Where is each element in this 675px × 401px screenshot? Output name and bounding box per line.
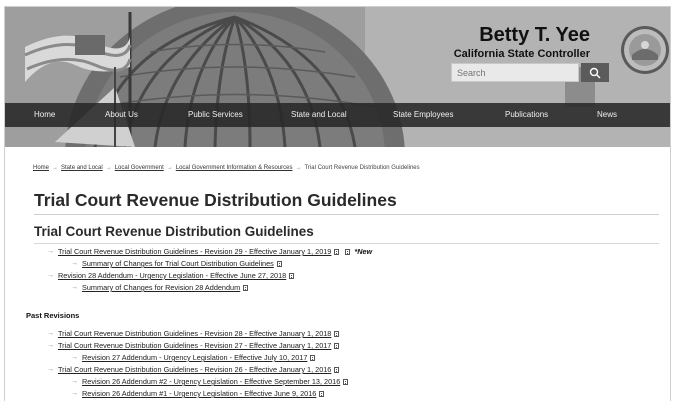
arrow-bullet-icon: → <box>47 248 54 255</box>
site-identity: Betty T. Yee California State Controller <box>454 24 590 60</box>
section-title: Trial Court Revenue Distribution Guideli… <box>34 224 314 239</box>
state-seal-logo <box>621 26 669 74</box>
pdf-icon <box>334 330 340 337</box>
breadcrumb-arrow-icon: → <box>52 165 59 171</box>
breadcrumb-local-gov-info[interactable]: Local Government Information & Resources <box>176 165 293 171</box>
page-title: Trial Court Revenue Distribution Guideli… <box>34 190 397 210</box>
revision-27-link[interactable]: Trial Court Revenue Distribution Guideli… <box>58 341 331 350</box>
nav-home[interactable]: Home <box>34 103 55 127</box>
nav-state-and-local[interactable]: State and Local <box>291 103 347 127</box>
arrow-bullet-icon: → <box>47 330 54 337</box>
list-item: → Summary of Changes for Trial Court Dis… <box>71 259 282 268</box>
revision-26-addendum-2-link[interactable]: Revision 26 Addendum #2 - Urgency Legisl… <box>82 377 340 386</box>
controller-name: Betty T. Yee <box>479 24 590 46</box>
main-navigation: Home About Us Public Services State and … <box>5 103 670 127</box>
browser-page: Betty T. Yee California State Controller… <box>4 6 671 401</box>
pdf-icon <box>310 354 316 361</box>
arrow-bullet-icon: → <box>47 366 54 373</box>
list-item: → Summary of Changes for Revision 28 Add… <box>71 283 249 292</box>
pdf-icon <box>276 260 282 267</box>
breadcrumb-current: Trial Court Revenue Distribution Guideli… <box>304 165 420 171</box>
nav-state-employees[interactable]: State Employees <box>393 103 453 127</box>
breadcrumb-arrow-icon: → <box>105 165 112 171</box>
nav-publications[interactable]: Publications <box>505 103 548 127</box>
list-item: → Trial Court Revenue Distribution Guide… <box>47 247 372 256</box>
search-button[interactable] <box>581 63 609 82</box>
revision-28-link[interactable]: Trial Court Revenue Distribution Guideli… <box>58 329 331 338</box>
pdf-icon <box>289 272 295 279</box>
pdf-icon <box>319 390 325 397</box>
section-divider <box>34 243 659 244</box>
list-item: → Trial Court Revenue Distribution Guide… <box>47 365 340 374</box>
revision-28-addendum-link[interactable]: Revision 28 Addendum - Urgency Legislati… <box>58 271 286 280</box>
list-item: → Revision 26 Addendum #2 - Urgency Legi… <box>71 377 349 386</box>
arrow-bullet-icon: → <box>71 378 78 385</box>
breadcrumb-home[interactable]: Home <box>33 165 49 171</box>
breadcrumb-state-and-local[interactable]: State and Local <box>61 165 103 171</box>
list-item: → Trial Court Revenue Distribution Guide… <box>47 329 340 338</box>
breadcrumb-arrow-icon: → <box>295 165 302 171</box>
arrow-bullet-icon: → <box>47 342 54 349</box>
header-banner: Betty T. Yee California State Controller… <box>5 7 670 147</box>
list-item: → Revision 27 Addendum - Urgency Legisla… <box>71 353 316 362</box>
arrow-bullet-icon: → <box>71 260 78 267</box>
list-item: → Trial Court Revenue Distribution Guide… <box>47 341 340 350</box>
revision-26-addendum-1-link[interactable]: Revision 26 Addendum #1 - Urgency Legisl… <box>82 389 316 398</box>
pdf-icon <box>334 342 340 349</box>
list-item: → Revision 28 Addendum - Urgency Legisla… <box>47 271 295 280</box>
title-divider <box>34 214 659 215</box>
breadcrumb-local-government[interactable]: Local Government <box>115 165 164 171</box>
nav-news[interactable]: News <box>597 103 617 127</box>
nav-about-us[interactable]: About Us <box>105 103 138 127</box>
pdf-icon <box>334 248 340 255</box>
search-input[interactable] <box>451 63 579 82</box>
breadcrumb-arrow-icon: → <box>166 165 173 171</box>
breadcrumb: Home → State and Local → Local Government → Lo… <box>33 165 420 171</box>
pdf-icon <box>334 366 340 373</box>
pdf-icon <box>343 378 349 385</box>
revision-26-link[interactable]: Trial Court Revenue Distribution Guideli… <box>58 365 331 374</box>
revision-29-link[interactable]: Trial Court Revenue Distribution Guideli… <box>58 247 331 256</box>
list-item: → Revision 26 Addendum #1 - Urgency Legi… <box>71 389 325 398</box>
arrow-bullet-icon: → <box>71 284 78 291</box>
arrow-bullet-icon: → <box>71 390 78 397</box>
arrow-bullet-icon: → <box>71 354 78 361</box>
office-title: California State Controller <box>453 48 590 60</box>
past-revisions-heading: Past Revisions <box>26 311 80 320</box>
search-icon <box>589 67 601 78</box>
pdf-icon <box>345 248 351 255</box>
summary-changes-link[interactable]: Summary of Changes for Trial Court Distr… <box>82 259 274 268</box>
summary-revision-28-addendum-link[interactable]: Summary of Changes for Revision 28 Adden… <box>82 283 240 292</box>
revision-27-addendum-link[interactable]: Revision 27 Addendum - Urgency Legislati… <box>82 353 307 362</box>
arrow-bullet-icon: → <box>47 272 54 279</box>
new-badge: *New <box>354 247 373 256</box>
nav-public-services[interactable]: Public Services <box>188 103 243 127</box>
pdf-icon <box>243 284 249 291</box>
